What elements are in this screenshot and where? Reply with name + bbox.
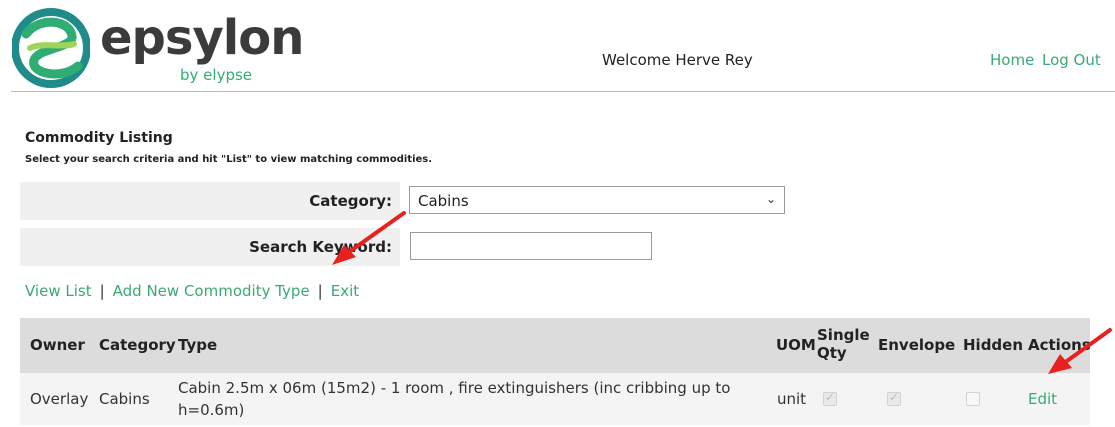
page-title: Commodity Listing: [25, 130, 173, 146]
col-header-single-qty: Single Qty: [817, 326, 870, 362]
header-divider: [11, 91, 1115, 92]
cell-type-line2: h=0.6m): [178, 401, 245, 419]
category-select[interactable]: Cabins ⌄: [409, 186, 785, 214]
col-header-single-qty-line2: Qty: [817, 344, 847, 362]
cell-uom: unit: [777, 390, 807, 408]
col-header-category: Category: [99, 336, 176, 354]
exit-link[interactable]: Exit: [331, 282, 359, 300]
link-separator: |: [317, 282, 323, 300]
logo-tagline: by elypse: [180, 66, 253, 84]
action-links: View List | Add New Commodity Type | Exit: [25, 282, 359, 300]
search-keyword-input[interactable]: [410, 232, 652, 260]
annotation-arrow-icon: [332, 211, 406, 265]
logo-wordmark: epsylon: [100, 10, 304, 66]
col-header-single-qty-line1: Single: [817, 326, 870, 344]
table-header-row: Owner Category Type UOM Single Qty Envel…: [20, 318, 1091, 373]
add-new-commodity-type-link[interactable]: Add New Commodity Type: [113, 282, 310, 300]
cell-type-line1: Cabin 2.5m x 06m (15m2) - 1 room , fire …: [178, 379, 731, 397]
logo-mark-icon: [12, 8, 90, 88]
epsylon-logo[interactable]: epsylon by elypse: [12, 8, 304, 88]
link-separator: |: [99, 282, 105, 300]
page-header: epsylon by elypse Welcome Herve Rey Home…: [0, 0, 1115, 92]
welcome-text: Welcome Herve Rey: [602, 51, 753, 69]
col-header-envelope: Envelope: [878, 336, 956, 354]
cell-type: Cabin 2.5m x 06m (15m2) - 1 room , fire …: [178, 377, 730, 421]
envelope-checkbox[interactable]: [887, 390, 901, 406]
cell-owner: Overlay: [30, 390, 89, 408]
logout-link[interactable]: Log Out: [1042, 51, 1101, 69]
category-selected-value: Cabins: [418, 192, 469, 210]
col-header-owner: Owner: [30, 336, 85, 354]
cell-category: Cabins: [99, 390, 150, 408]
col-header-uom: UOM: [776, 336, 816, 354]
single-qty-checkbox[interactable]: [823, 390, 837, 406]
annotation-arrow-icon: [1048, 328, 1112, 374]
col-header-type: Type: [178, 336, 218, 354]
edit-link[interactable]: Edit: [1028, 390, 1057, 408]
col-header-hidden: Hidden: [963, 336, 1024, 354]
table-row: Overlay Cabins Cabin 2.5m x 06m (15m2) -…: [20, 373, 1090, 425]
hidden-checkbox[interactable]: [966, 392, 980, 406]
page-subtitle: Select your search criteria and hit "Lis…: [25, 154, 433, 165]
chevron-down-icon: ⌄: [765, 192, 776, 206]
view-list-link[interactable]: View List: [25, 282, 92, 300]
home-link[interactable]: Home: [990, 51, 1034, 69]
